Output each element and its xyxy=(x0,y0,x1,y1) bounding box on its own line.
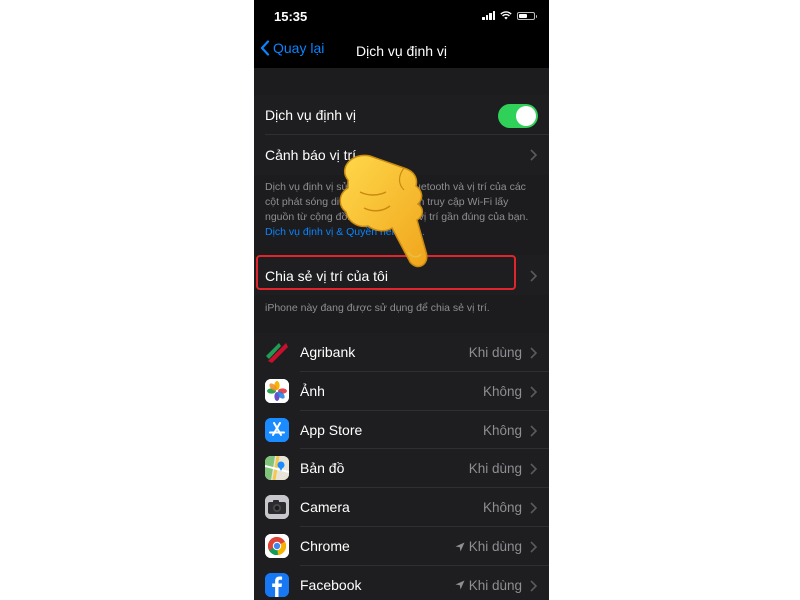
app-name: App Store xyxy=(300,421,363,438)
share-location-note: iPhone này đang được sử dụng để chia sẻ … xyxy=(265,302,490,314)
chevron-right-icon xyxy=(530,463,537,475)
location-arrow-icon xyxy=(455,542,465,551)
app-permission: Không xyxy=(482,422,522,438)
chevron-right-icon xyxy=(530,580,537,592)
app-row-facebook[interactable]: Facebook Khi dùng xyxy=(254,566,549,600)
chevron-right-icon xyxy=(530,425,537,437)
app-row-maps[interactable]: Bản đồ Khi dùng xyxy=(254,449,549,489)
app-name: Camera xyxy=(300,499,350,516)
chevron-right-icon xyxy=(530,541,537,553)
wifi-icon xyxy=(500,11,512,20)
share-note-section: iPhone này đang được sử dụng để chia sẻ … xyxy=(254,295,549,333)
location-services-label: Dịch vụ định vị xyxy=(265,107,357,123)
phone-screen: 15:35 Quay lại Dịch vụ định vị Dịch vụ đ… xyxy=(254,0,549,600)
chevron-right-icon xyxy=(530,386,537,398)
app-row-app-store[interactable]: App Store Không xyxy=(254,411,549,450)
chrome-icon xyxy=(265,534,289,558)
section-spacer xyxy=(254,68,549,95)
location-alerts-row[interactable]: Cảnh báo vị trí xyxy=(254,135,549,175)
agribank-icon xyxy=(265,340,289,364)
status-icons xyxy=(482,11,537,20)
page-title: Dịch vụ định vị xyxy=(355,43,448,59)
app-name: Ảnh xyxy=(300,382,325,399)
location-arrow-icon xyxy=(455,580,465,590)
chevron-right-icon xyxy=(530,347,537,359)
location-services-row[interactable]: Dịch vụ định vị xyxy=(254,95,549,135)
app-permission: Không xyxy=(482,383,522,399)
app-name: Agribank xyxy=(300,344,356,360)
app-row-agribank[interactable]: Agribank Khi dùng xyxy=(254,333,549,372)
chevron-right-icon xyxy=(530,270,537,282)
status-time: 15:35 xyxy=(274,9,308,24)
app-permission: Khi dùng xyxy=(468,345,522,360)
app-permission: Không xyxy=(482,500,522,516)
cellular-signal-icon xyxy=(482,11,495,20)
app-row-camera[interactable]: Camera Không xyxy=(254,488,549,527)
app-name: Bản đồ xyxy=(300,460,345,477)
maps-icon xyxy=(265,456,289,481)
privacy-link[interactable]: Dịch vụ định vị & Quyền riêng tư... xyxy=(265,226,425,238)
navigation-bar: Quay lại Dịch vụ định vị xyxy=(254,34,549,68)
description-section: Dịch vụ định vị sử dụng GPS, Bluetooth v… xyxy=(254,175,549,255)
status-bar: 15:35 xyxy=(254,0,549,34)
app-permission: Khi dùng xyxy=(468,461,522,477)
location-alerts-label: Cảnh báo vị trí xyxy=(265,147,357,163)
highlight-box xyxy=(256,255,516,290)
app-permission: Khi dùng xyxy=(455,578,522,593)
photos-icon xyxy=(265,378,289,403)
chevron-right-icon xyxy=(530,149,537,161)
facebook-icon xyxy=(265,572,289,597)
camera-icon xyxy=(265,495,289,520)
battery-icon xyxy=(517,11,537,20)
chevron-right-icon xyxy=(530,502,537,514)
app-store-icon xyxy=(265,417,289,442)
app-name: Facebook xyxy=(300,576,362,593)
app-name: Chrome xyxy=(300,538,350,554)
app-row-photos[interactable]: Ảnh Không xyxy=(254,372,549,411)
app-row-chrome[interactable]: Chrome Khi dùng xyxy=(254,527,549,566)
app-list: Agribank Khi dùng Ảnh Không App Store Kh… xyxy=(254,333,549,600)
location-services-toggle[interactable] xyxy=(498,104,538,128)
location-services-description: Dịch vụ định vị sử dụng GPS, Bluetooth v… xyxy=(265,181,529,223)
app-permission: Khi dùng xyxy=(455,539,522,554)
